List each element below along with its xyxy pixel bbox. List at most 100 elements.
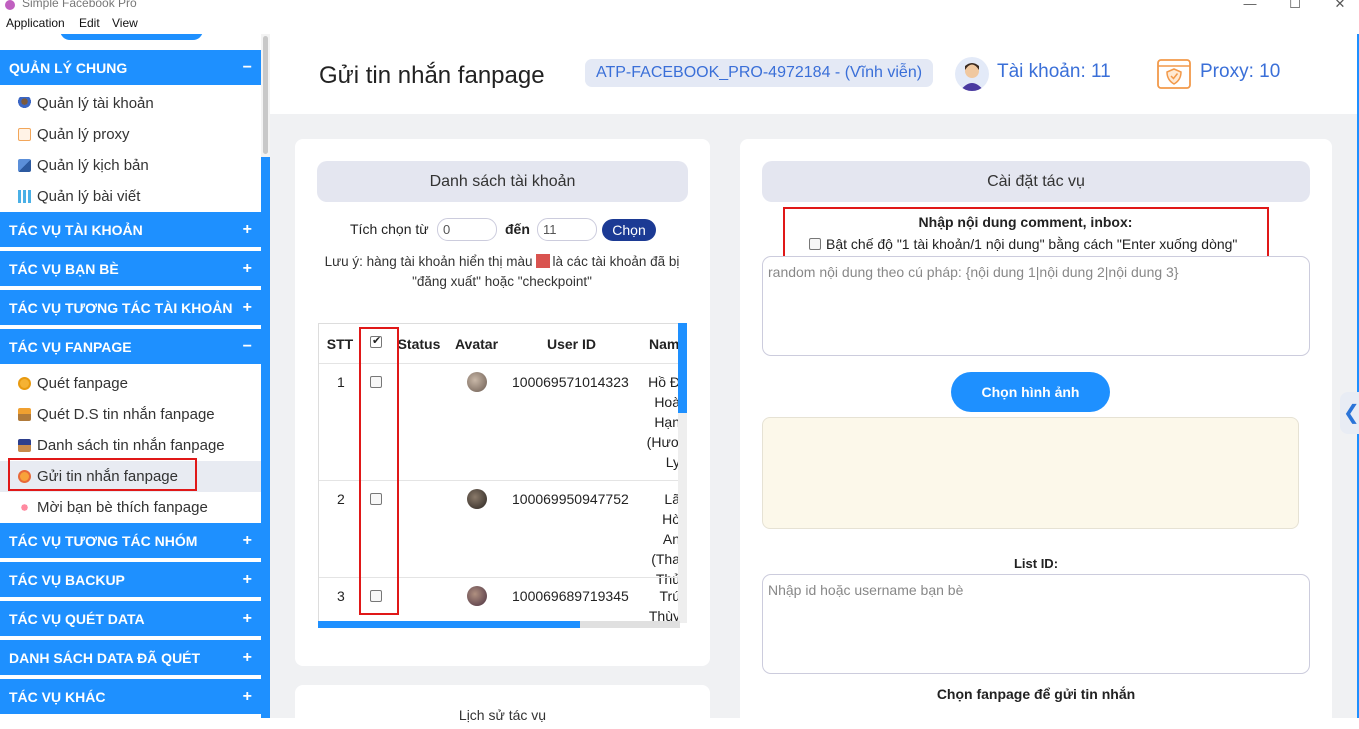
sidebar-item-label: Quản lý kịch bản xyxy=(37,157,149,174)
section-label: TÁC VỤ BẠN BÈ xyxy=(9,260,119,277)
row-user-id: 100069571014323 xyxy=(512,374,629,390)
choose-button[interactable]: Chọn xyxy=(602,219,656,241)
menu-application[interactable]: Application xyxy=(6,16,65,30)
section-label: TÁC VỤ TƯƠNG TÁC TÀI KHOẢN xyxy=(9,299,233,316)
table-vscroll-thumb[interactable] xyxy=(678,323,687,413)
scan-icon xyxy=(18,377,31,390)
expand-icon: + xyxy=(242,298,252,316)
collapse-icon: − xyxy=(242,337,252,355)
sidebar-edge xyxy=(261,157,270,718)
posts-icon xyxy=(18,190,31,203)
sidebar: QUẢN LÝ CHUNG − Quản lý tài khoản Quản l… xyxy=(0,34,270,718)
expand-icon: + xyxy=(242,687,252,705)
sidebar-item-label: Mời bạn bè thích fanpage xyxy=(37,499,208,516)
note-text-before: Lưu ý: hàng tài khoản hiển thị màu xyxy=(324,254,533,269)
name-line: Lã Hò xyxy=(662,491,680,527)
row-stt: 1 xyxy=(337,374,345,390)
side-panel-toggle[interactable]: ❮ xyxy=(1340,392,1359,434)
section-quan-ly-chung[interactable]: QUẢN LÝ CHUNG − xyxy=(0,50,261,87)
sidebar-item-message-list[interactable]: Danh sách tin nhắn fanpage xyxy=(0,430,261,461)
choose-image-button[interactable]: Chọn hình ảnh xyxy=(951,372,1110,412)
checkpoint-note: Lưu ý: hàng tài khoản hiển thị màu là các… xyxy=(312,252,692,292)
column-header-avatar: Avatar xyxy=(454,336,499,352)
section-label: TÁC VỤ TƯƠNG TÁC NHÓM xyxy=(9,532,198,549)
app-icon xyxy=(5,0,15,10)
account-avatar-icon xyxy=(955,57,989,91)
row-name: Hồ Đ Hoà Hạn (Hươ Ly xyxy=(644,372,680,472)
proxy-count: Proxy: 10 xyxy=(1200,61,1281,82)
sidebar-item-posts[interactable]: Quản lý bài viết xyxy=(0,181,261,212)
section-label: DANH SÁCH DATA ĐÃ QUÉT xyxy=(9,649,201,666)
name-line: Ly xyxy=(665,454,680,470)
account-count: Tài khoản: 11 xyxy=(997,61,1111,82)
sidebar-item-accounts[interactable]: Quản lý tài khoản xyxy=(0,88,261,119)
row-name: Lã Hò An (Tha Thủ xyxy=(644,489,680,589)
menu-edit[interactable]: Edit xyxy=(79,16,100,30)
chevron-left-icon: ❮ xyxy=(1343,402,1359,424)
table-horizontal-scrollbar[interactable] xyxy=(318,621,680,628)
content-textarea[interactable]: random nội dung theo cú pháp: {nội dung … xyxy=(762,256,1310,356)
sidebar-item-scripts[interactable]: Quản lý kịch bản xyxy=(0,150,261,181)
sidebar-item-scan-fanpage[interactable]: Quét fanpage xyxy=(0,368,261,399)
section-tac-vu-khac[interactable]: TÁC VỤ KHÁC + xyxy=(0,679,261,716)
name-line: Hoà xyxy=(654,394,680,410)
menu-view[interactable]: View xyxy=(112,16,138,30)
expand-icon: + xyxy=(242,259,252,277)
name-line: An xyxy=(662,531,680,547)
user-icon xyxy=(18,97,31,110)
sidebar-top-button[interactable] xyxy=(60,34,203,40)
window-title: Simple Facebook Pro xyxy=(22,0,137,10)
table-hscroll-thumb[interactable] xyxy=(318,621,580,628)
section-tac-vu-backup[interactable]: TÁC VỤ BACKUP + xyxy=(0,562,261,599)
section-label: QUẢN LÝ CHUNG xyxy=(9,59,128,76)
expand-icon: + xyxy=(242,220,252,238)
column-header-name: Nam xyxy=(649,336,680,352)
expand-icon: + xyxy=(242,570,252,588)
close-button[interactable]: ✕ xyxy=(1330,0,1350,12)
page-title: Gửi tin nhắn fanpage xyxy=(319,62,545,89)
image-preview-area[interactable] xyxy=(762,417,1299,529)
section-tac-vu-tuong-tac-nhom[interactable]: TÁC VỤ TƯƠNG TÁC NHÓM + xyxy=(0,523,261,560)
sidebar-item-proxy[interactable]: Quản lý proxy xyxy=(0,119,261,150)
section-label: TÁC VỤ FANPAGE xyxy=(9,338,132,355)
inbox-icon xyxy=(18,408,31,421)
account-list-header: Danh sách tài khoản xyxy=(317,161,688,202)
expand-icon: + xyxy=(242,531,252,549)
section-tac-vu-tuong-tac-tai-khoan[interactable]: TÁC VỤ TƯƠNG TÁC TÀI KHOẢN + xyxy=(0,290,261,327)
sidebar-item-label: Quản lý tài khoản xyxy=(37,95,154,112)
section-tac-vu-tai-khoan[interactable]: TÁC VỤ TÀI KHOẢN + xyxy=(0,212,261,249)
name-line: (Tha xyxy=(651,551,680,567)
section-label: TÁC VỤ BACKUP xyxy=(9,571,125,588)
sidebar-scroll-thumb[interactable] xyxy=(263,36,268,154)
column-header-user-id: User ID xyxy=(546,336,597,352)
table-vertical-scrollbar[interactable] xyxy=(678,323,687,623)
sidebar-item-label: Quét fanpage xyxy=(37,375,128,392)
sidebar-item-invite-friends[interactable]: Mời bạn bè thích fanpage xyxy=(0,492,261,523)
section-tac-vu-ban-be[interactable]: TÁC VỤ BẠN BÈ + xyxy=(0,251,261,288)
title-bar: Simple Facebook Pro — ☐ ✕ xyxy=(0,0,1359,14)
sidebar-item-label: Danh sách tin nhắn fanpage xyxy=(37,437,225,454)
list-id-label: List ID: xyxy=(1013,556,1059,571)
collapse-icon: − xyxy=(242,58,252,76)
script-icon xyxy=(18,159,31,172)
section-tac-vu-quet-data[interactable]: TÁC VỤ QUÉT DATA + xyxy=(0,601,261,638)
section-tac-vu-fanpage[interactable]: TÁC VỤ FANPAGE − xyxy=(0,329,261,366)
maximize-button[interactable]: ☐ xyxy=(1285,0,1305,12)
section-label: TÁC VỤ KHÁC xyxy=(9,688,106,705)
proxy-icon xyxy=(18,128,31,141)
highlight-box xyxy=(8,458,197,491)
sidebar-item-label: Quản lý proxy xyxy=(37,126,130,143)
highlight-box xyxy=(359,327,399,615)
sidebar-item-scan-messages[interactable]: Quét D.S tin nhắn fanpage xyxy=(0,399,261,430)
row-stt: 3 xyxy=(337,588,345,604)
to-input[interactable]: 11 xyxy=(537,218,597,241)
section-danh-sach-data-da-quet[interactable]: DANH SÁCH DATA ĐÃ QUÉT + xyxy=(0,640,261,677)
from-input[interactable]: 0 xyxy=(437,218,497,241)
row-user-id: 100069950947752 xyxy=(512,491,629,507)
column-header-stt: STT xyxy=(326,336,354,352)
minimize-button[interactable]: — xyxy=(1240,0,1260,11)
list-id-textarea[interactable]: Nhập id hoặc username bạn bè xyxy=(762,574,1310,674)
history-title: Lịch sử tác vụ xyxy=(458,707,547,723)
select-from-label: Tích chọn từ xyxy=(350,221,429,237)
fanpage-select-label: Chọn fanpage để gửi tin nhắn xyxy=(936,686,1136,702)
